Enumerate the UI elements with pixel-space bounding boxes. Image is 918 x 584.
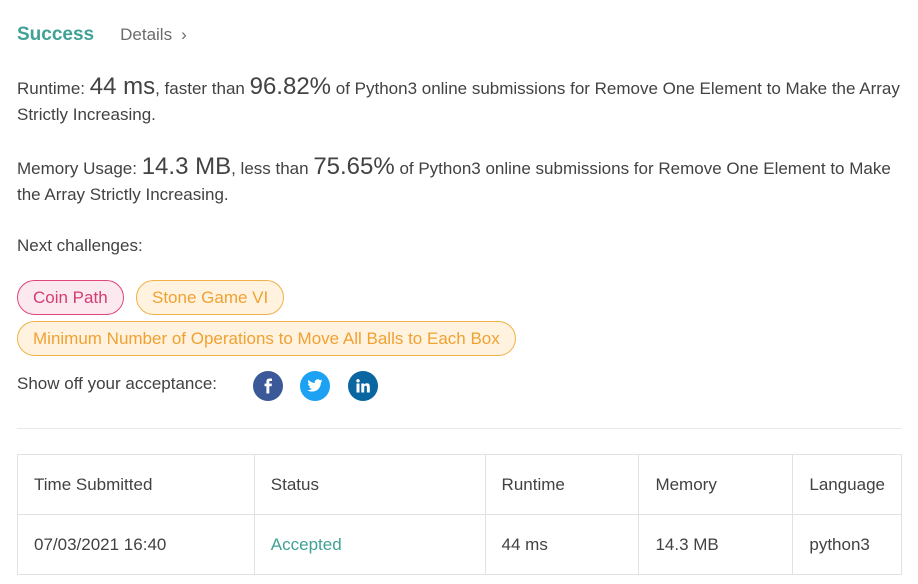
submissions-table: Time Submitted Status Runtime Memory Lan…: [17, 454, 902, 575]
memory-percent: 75.65%: [313, 153, 395, 180]
cell-memory: 14.3 MB: [638, 514, 794, 575]
memory-value: 14.3 MB: [141, 153, 232, 180]
challenge-tag-stone-game-vi[interactable]: Stone Game VI: [136, 280, 285, 315]
runtime-value: 44 ms: [89, 73, 156, 100]
cell-time-submitted: 07/03/2021 16:40: [17, 514, 255, 575]
challenge-tag-coin-path[interactable]: Coin Path: [17, 280, 124, 315]
details-label: Details: [120, 25, 173, 44]
cell-language: python3: [792, 514, 902, 575]
table-row: 07/03/2021 16:40 Accepted 44 ms 14.3 MB …: [17, 514, 902, 575]
runtime-label: Runtime:: [17, 79, 90, 98]
column-header-runtime: Runtime: [484, 454, 640, 515]
column-header-status: Status: [253, 454, 486, 515]
column-header-memory: Memory: [638, 454, 794, 515]
result-header: Success Details ›: [17, 24, 187, 46]
facebook-icon[interactable]: [253, 371, 283, 401]
memory-stat: Memory Usage: 14.3 MB, less than 75.65% …: [17, 154, 907, 208]
details-link[interactable]: Details ›: [120, 25, 187, 45]
column-header-language: Language: [792, 454, 902, 515]
runtime-stat: Runtime: 44 ms, faster than 96.82% of Py…: [17, 74, 907, 128]
cell-runtime: 44 ms: [484, 514, 640, 575]
challenge-tag-minimum-operations[interactable]: Minimum Number of Operations to Move All…: [17, 321, 516, 356]
share-label: Show off your acceptance:: [17, 374, 218, 393]
twitter-icon[interactable]: [300, 371, 330, 401]
runtime-percent: 96.82%: [249, 73, 332, 100]
memory-label: Memory Usage:: [17, 159, 142, 178]
chevron-right-icon: ›: [181, 25, 187, 44]
success-tab[interactable]: Success: [17, 24, 94, 46]
next-challenges-label: Next challenges:: [17, 236, 143, 255]
table-header-row: Time Submitted Status Runtime Memory Lan…: [17, 454, 902, 515]
runtime-mid-text: , faster than: [155, 79, 250, 98]
linkedin-icon[interactable]: [348, 371, 378, 401]
cell-status-link[interactable]: Accepted: [253, 514, 486, 575]
section-divider: [17, 428, 902, 429]
column-header-time: Time Submitted: [17, 454, 255, 515]
memory-mid-text: , less than: [231, 159, 314, 178]
